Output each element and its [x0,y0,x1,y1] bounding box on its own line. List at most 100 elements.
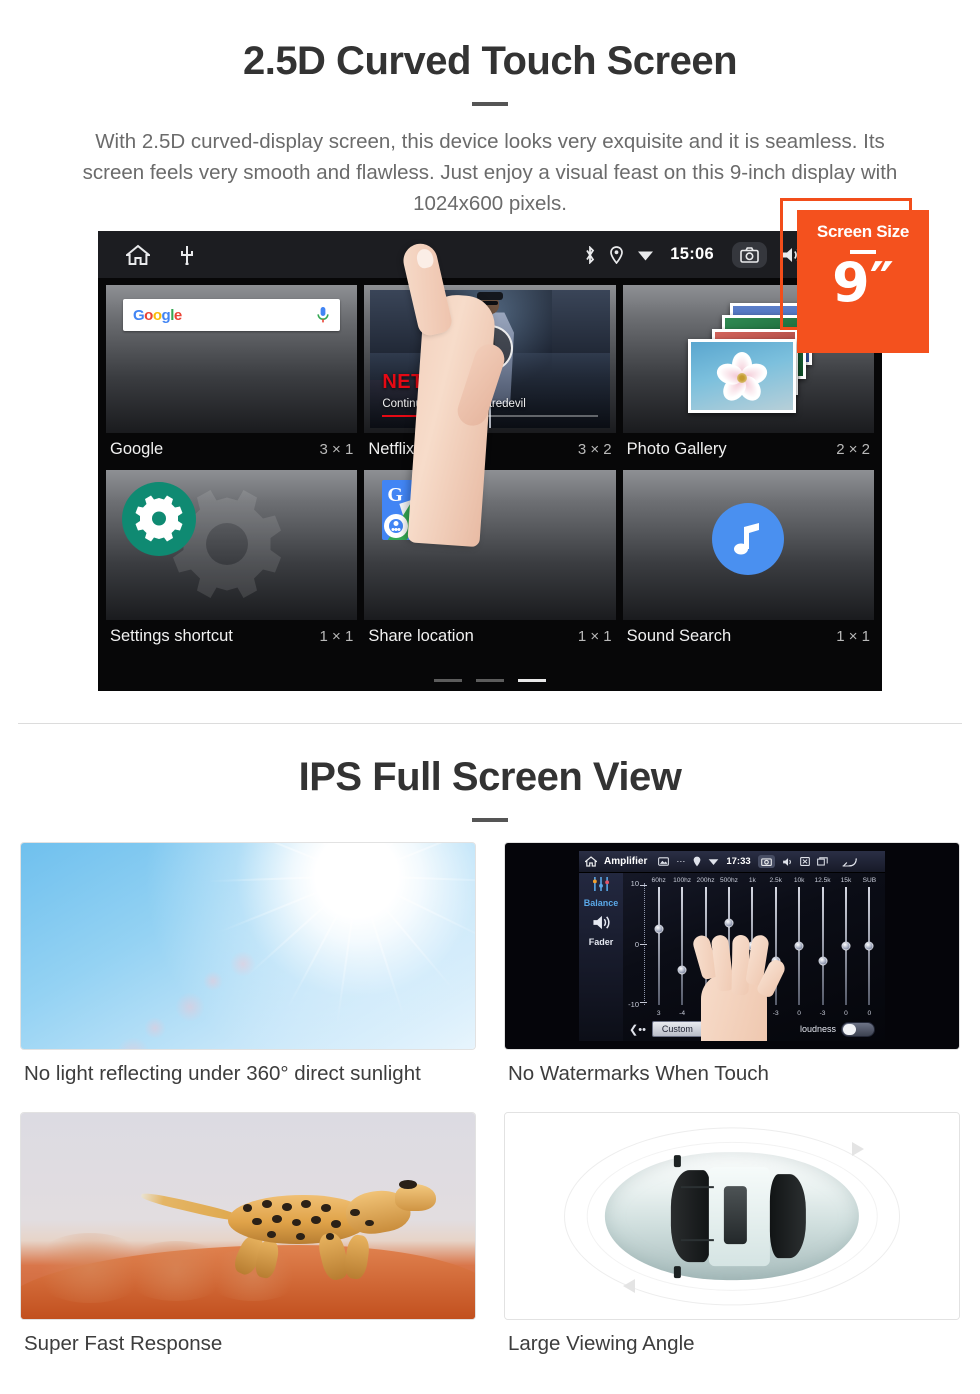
amp-band-labels: 60hz 100hz 200hz 500hz 1k 2.5k 10k 12.5k… [647,877,881,884]
widget-row-2: Settings shortcut 1 × 1 G Share location… [106,470,874,652]
google-logo: Google [133,306,182,324]
page-indicator[interactable] [98,679,882,683]
status-bar: 15:06 ✕ [98,231,882,279]
band-label: 500hz [719,877,738,885]
widget-name: Settings shortcut [110,627,233,646]
volume-icon[interactable] [782,857,793,867]
amplifier-screenshot: Amplifier ⋯ 17:33 Balance Fader 60hz 100… [504,842,960,1051]
netflix-logo: NETFLIX [382,371,470,394]
back-icon[interactable] [841,857,857,867]
amp-scale: 10 0 -10 [625,879,647,1009]
band-label: 200hz [696,877,715,885]
feature-caption: No light reflecting under 360° direct su… [24,1062,421,1086]
widget-google[interactable]: Google Google 3 × 1 [106,285,358,465]
page-dot[interactable] [434,679,462,683]
ips-full-screen-section: IPS Full Screen View No light reflecting… [0,724,980,1374]
eq-slider-15k[interactable] [834,887,857,1006]
page-dot-active[interactable] [518,679,546,683]
band-label: SUB [862,877,877,885]
play-icon[interactable] [466,325,513,372]
amp-fader-label[interactable]: Fader [579,937,623,947]
recents-icon[interactable] [816,857,828,867]
music-note-icon [712,503,785,576]
amp-side-panel: Balance Fader [579,873,623,1042]
gallery-icon[interactable] [658,857,670,867]
car-topview-photo [504,1112,960,1321]
widget-netflix-preview: NETFLIX Continue Marvel's Daredevil [364,285,616,434]
band-label: 10k [793,877,805,885]
progress-bar [382,414,598,418]
usb-icon [180,245,194,265]
wifi-icon [708,857,719,866]
loudness-label: loudness [799,1024,836,1035]
section-divider [18,723,962,725]
google-maps-icon: G [382,480,459,541]
widget-label: Sound Search 1 × 1 [623,620,874,652]
scale-bottom: -10 [628,1000,639,1010]
widget-sound-search[interactable]: Sound Search 1 × 1 [622,470,874,652]
more-icon[interactable]: ⋯ [676,856,686,867]
amp-balance-label[interactable]: Balance [579,898,623,908]
feature-caption: Large Viewing Angle [508,1332,695,1356]
widget-sound-search-preview [622,470,874,621]
blossom-icon [714,351,771,405]
band-label: 1k [748,877,756,885]
widget-size: 2 × 2 [836,441,870,459]
widget-settings-preview [106,470,358,621]
feature-grid: No light reflecting under 360° direct su… [20,842,960,1374]
feature-caption: No Watermarks When Touch [508,1062,769,1086]
google-search-bar[interactable]: Google [123,299,341,332]
screen-size-badge: Screen Size 9″ [780,198,940,363]
title-divider [472,102,508,106]
eq-slider-60hz[interactable] [647,887,670,1006]
widget-settings-shortcut[interactable]: Settings shortcut 1 × 1 [106,470,358,652]
widget-name: Photo Gallery [626,440,727,459]
amp-status-bar: Amplifier ⋯ 17:33 [579,851,885,874]
loudness-toggle[interactable] [841,1021,875,1037]
prev-preset-icon[interactable]: ❮•• [629,1023,646,1036]
widget-google-preview: Google [106,285,358,434]
widget-size: 1 × 1 [319,628,354,646]
widget-name: Netflix [368,440,415,459]
settings-gear-icon [122,482,196,557]
widget-size: 3 × 2 [577,441,612,459]
page-dot[interactable] [476,679,504,683]
badge-value: 9″ [832,250,894,314]
widget-label: Google 3 × 1 [106,433,357,465]
band-value: 0 [867,1010,872,1018]
location-icon [693,856,701,867]
band-label: 60hz [651,877,666,885]
eq-slider-sub[interactable] [858,887,881,1006]
feature-card-fast-response: Super Fast Response [20,1112,476,1374]
car-topview [604,1152,860,1281]
mic-icon[interactable] [316,306,330,324]
loudness-control[interactable]: loudness [799,1021,875,1037]
feature-card-viewing-angle: Large Viewing Angle [504,1112,960,1374]
scale-mid: 0 [634,939,639,949]
band-value: 3 [656,1010,661,1018]
widget-netflix[interactable]: NETFLIX Continue Marvel's Daredevil Netf… [364,285,616,465]
home-icon[interactable] [585,856,597,868]
widget-name: Sound Search [626,627,732,646]
home-icon[interactable] [126,244,150,266]
widget-row-1: Google Google 3 × 1 NETFLIX Continue Mar… [106,285,874,465]
close-icon[interactable] [799,857,810,867]
touching-hand [683,929,791,1042]
widget-label: Photo Gallery 2 × 2 [623,433,874,465]
sunlight-photo [20,842,476,1051]
widget-grid: Google Google 3 × 1 NETFLIX Continue Mar… [98,278,882,652]
feature-caption: Super Fast Response [24,1332,223,1356]
widget-share-location[interactable]: G Share location 1 × 1 [364,470,616,652]
wifi-icon [637,248,654,262]
cheetah-photo [20,1112,476,1321]
band-label: 100hz [673,877,692,885]
widget-name: Google [110,440,164,459]
equalizer-icon [591,877,611,896]
bluetooth-icon [584,245,596,264]
feature-card-watermarks: Amplifier ⋯ 17:33 Balance Fader 60hz 100… [504,842,960,1104]
camera-icon[interactable] [757,855,775,869]
eq-slider-12.5k[interactable] [811,887,834,1006]
amp-title: Amplifier [604,856,648,868]
camera-icon[interactable] [732,241,767,268]
section2-title: IPS Full Screen View [298,755,682,800]
